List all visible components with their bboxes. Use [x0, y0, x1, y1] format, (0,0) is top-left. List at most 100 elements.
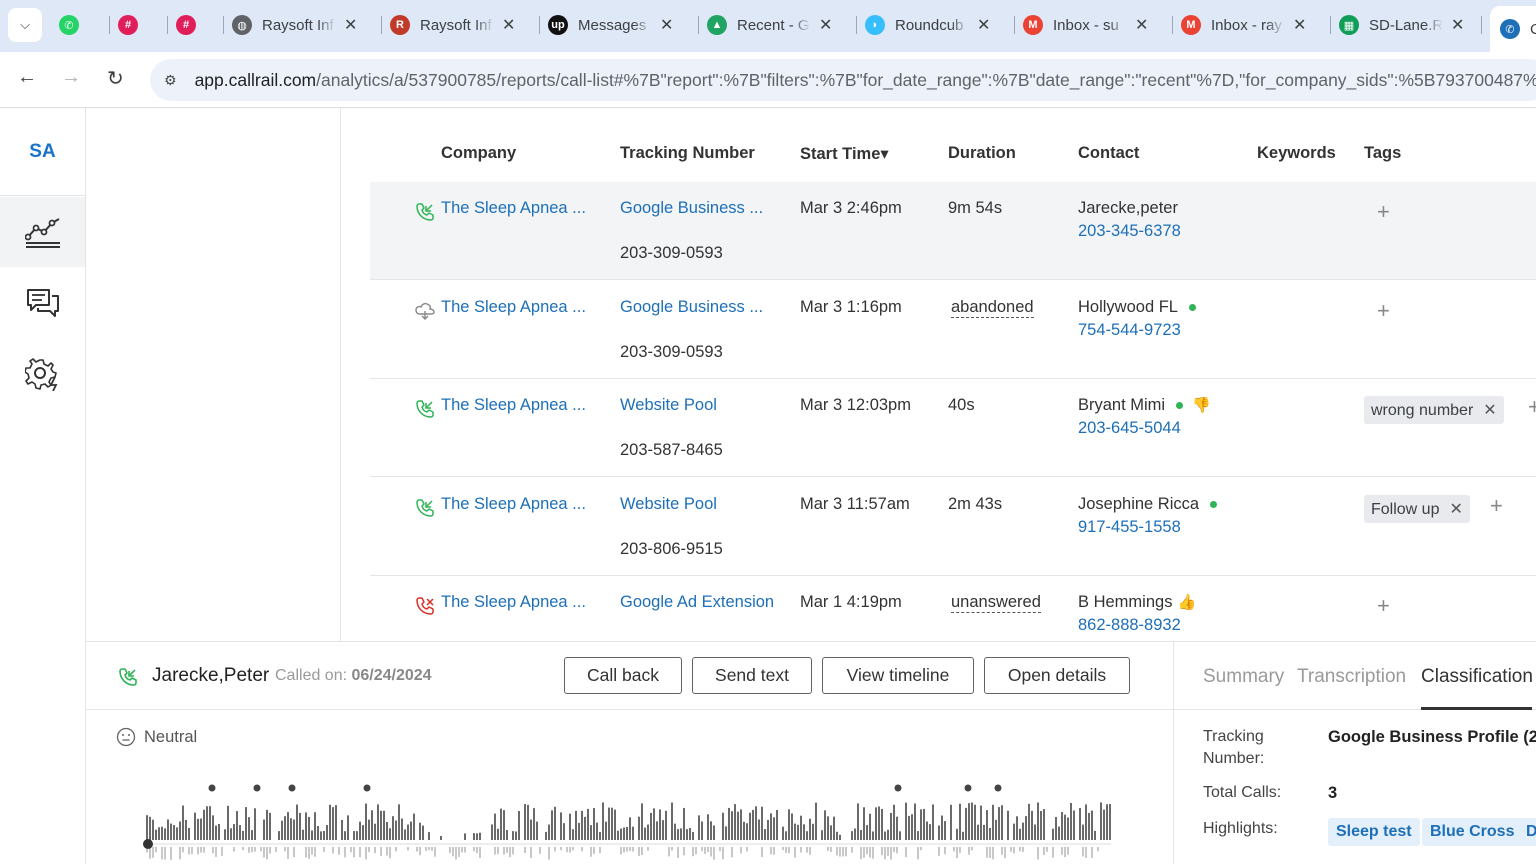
- company-link[interactable]: The Sleep Apnea ...: [441, 396, 586, 415]
- contact-phone-link[interactable]: 862-888-8932: [1078, 616, 1181, 635]
- contact-phone-link[interactable]: 203-645-5044: [1078, 419, 1181, 438]
- reload-icon[interactable]: ↻: [107, 66, 124, 91]
- table-row[interactable]: The Sleep Apnea ... Google Ad Extension Ma…: [370, 576, 1536, 641]
- close-tab-icon[interactable]: ✕: [977, 15, 990, 35]
- tab-classification[interactable]: Classification: [1421, 666, 1533, 688]
- browser-tab[interactable]: ✆ C: [1490, 6, 1536, 52]
- tab-summary[interactable]: Summary: [1203, 666, 1284, 688]
- call-status[interactable]: abandoned: [951, 297, 1034, 318]
- site-settings-icon[interactable]: ⚙: [164, 72, 177, 89]
- column-header-company[interactable]: Company: [441, 144, 516, 163]
- highlights-label: Highlights:: [1203, 820, 1278, 837]
- sidebar-item-conversations[interactable]: [0, 268, 85, 338]
- table-row[interactable]: The Sleep Apnea ... Website Pool 203-587-8…: [370, 379, 1536, 477]
- forward-arrow-icon[interactable]: →: [61, 66, 81, 89]
- add-tag-icon[interactable]: +: [1377, 298, 1390, 324]
- sidebar-item-analytics[interactable]: [0, 197, 85, 267]
- company-link[interactable]: The Sleep Apnea ...: [441, 593, 586, 612]
- highlight-chip[interactable]: D: [1518, 818, 1536, 846]
- close-tab-icon[interactable]: ✕: [1451, 15, 1464, 35]
- highlight-chip[interactable]: Sleep test: [1328, 818, 1420, 846]
- call-back-button[interactable]: Call back: [564, 657, 682, 694]
- tracking-number: 203-309-0593: [620, 342, 723, 361]
- browser-tab[interactable]: #: [176, 8, 206, 42]
- highlight-chip[interactable]: Blue Cross: [1422, 818, 1523, 846]
- table-row[interactable]: The Sleep Apnea ... Website Pool 203-806-9…: [370, 478, 1536, 576]
- contact-phone-link[interactable]: 917-455-1558: [1078, 518, 1181, 537]
- browser-tab[interactable]: up Messages ✕: [548, 8, 673, 42]
- call-status[interactable]: unanswered: [951, 593, 1041, 613]
- company-link[interactable]: The Sleep Apnea ...: [441, 298, 586, 317]
- browser-tab[interactable]: ▦ SD-Lane.R ✕: [1339, 8, 1464, 42]
- add-tag-icon[interactable]: +: [1490, 493, 1503, 519]
- close-tab-icon[interactable]: ✕: [660, 15, 673, 35]
- company-link[interactable]: The Sleep Apnea ...: [441, 199, 586, 218]
- highlight-marker[interactable]: [208, 784, 216, 792]
- browser-tab[interactable]: #: [118, 8, 148, 42]
- account-logo[interactable]: SA: [0, 108, 85, 196]
- tracking-source-link[interactable]: Website Pool: [620, 495, 717, 514]
- browser-tab[interactable]: M Inbox - su ✕: [1023, 8, 1148, 42]
- close-tab-icon[interactable]: ✕: [1293, 15, 1306, 35]
- close-tab-icon[interactable]: ✕: [819, 15, 832, 35]
- close-tab-icon[interactable]: ✕: [344, 15, 357, 35]
- voicemail-icon: [415, 302, 435, 320]
- browser-tab[interactable]: ✆: [59, 8, 89, 42]
- contact-phone-link[interactable]: 203-345-6378: [1078, 222, 1181, 241]
- browser-tab[interactable]: R Raysoft Inf ✕: [390, 8, 515, 42]
- playhead[interactable]: [143, 839, 153, 849]
- thumbs-down-icon[interactable]: 👎: [1192, 397, 1211, 414]
- column-header-duration[interactable]: Duration: [948, 144, 1016, 163]
- status-dot: [1176, 402, 1184, 410]
- contact-name[interactable]: Bryant Mimi: [1078, 396, 1165, 414]
- browser-tab[interactable]: ◗ Roundcub ✕: [865, 8, 990, 42]
- table-row[interactable]: The Sleep Apnea ... Google Business ... 20…: [370, 182, 1536, 280]
- contact-name[interactable]: Josephine Ricca: [1078, 495, 1199, 513]
- browser-tab[interactable]: ▲ Recent - G ✕: [707, 8, 832, 42]
- highlight-marker[interactable]: [894, 784, 902, 792]
- highlight-marker[interactable]: [363, 784, 371, 792]
- contact-phone-link[interactable]: 754-544-9723: [1078, 321, 1181, 340]
- inbound-call-icon: [416, 400, 434, 418]
- sidebar-item-settings[interactable]: [0, 339, 85, 409]
- filter-panel: [86, 108, 341, 641]
- highlight-marker[interactable]: [253, 784, 261, 792]
- highlight-marker[interactable]: [994, 784, 1002, 792]
- highlight-marker[interactable]: [964, 784, 972, 792]
- start-time: Mar 3 1:16pm: [800, 297, 902, 316]
- open-details-button[interactable]: Open details: [984, 657, 1130, 694]
- tracking-source-link[interactable]: Google Ad Extension: [620, 593, 774, 612]
- tracking-source-link[interactable]: Google Business ...: [620, 298, 763, 317]
- table-row[interactable]: The Sleep Apnea ... Google Business ... 20…: [370, 281, 1536, 379]
- thumbs-up-icon[interactable]: 👍: [1177, 594, 1196, 611]
- browser-tab[interactable]: M Inbox - ray ✕: [1181, 8, 1306, 42]
- remove-tag-icon[interactable]: ✕: [1483, 402, 1496, 419]
- contact-name[interactable]: Jarecke,peter: [1078, 199, 1178, 217]
- column-header-tags[interactable]: Tags: [1364, 144, 1401, 163]
- add-tag-icon[interactable]: +: [1528, 394, 1536, 420]
- company-link[interactable]: The Sleep Apnea ...: [441, 495, 586, 514]
- column-header-contact[interactable]: Contact: [1078, 144, 1139, 163]
- remove-tag-icon[interactable]: ✕: [1449, 501, 1462, 518]
- column-header-tracking-number[interactable]: Tracking Number: [620, 144, 755, 163]
- start-time: Mar 3 2:46pm: [800, 199, 902, 217]
- tracking-source-link[interactable]: Google Business ...: [620, 199, 763, 218]
- browser-tab[interactable]: ◍ Raysoft Inf ✕: [232, 8, 357, 42]
- back-arrow-icon[interactable]: ←: [17, 66, 37, 89]
- address-bar[interactable]: ⚙ app.callrail.com/analytics/a/537900785…: [150, 59, 1536, 101]
- tab-transcription[interactable]: Transcription: [1297, 666, 1406, 688]
- close-tab-icon[interactable]: ✕: [502, 15, 515, 35]
- send-text-button[interactable]: Send text: [692, 657, 812, 694]
- close-tab-icon[interactable]: ✕: [1135, 15, 1148, 35]
- contact-name[interactable]: B Hemmings: [1078, 593, 1172, 611]
- tab-search-chevron-icon[interactable]: ⌵: [8, 8, 42, 42]
- tracking-source-link[interactable]: Website Pool: [620, 396, 717, 415]
- call-audio-waveform[interactable]: [141, 780, 1141, 864]
- add-tag-icon[interactable]: +: [1377, 199, 1390, 225]
- add-tag-icon[interactable]: +: [1377, 593, 1390, 619]
- highlight-marker[interactable]: [288, 784, 296, 792]
- column-header-start-time[interactable]: Start Time▾: [800, 144, 889, 164]
- contact-name[interactable]: Hollywood FL: [1078, 298, 1178, 316]
- column-header-keywords[interactable]: Keywords: [1257, 144, 1336, 163]
- view-timeline-button[interactable]: View timeline: [822, 657, 974, 694]
